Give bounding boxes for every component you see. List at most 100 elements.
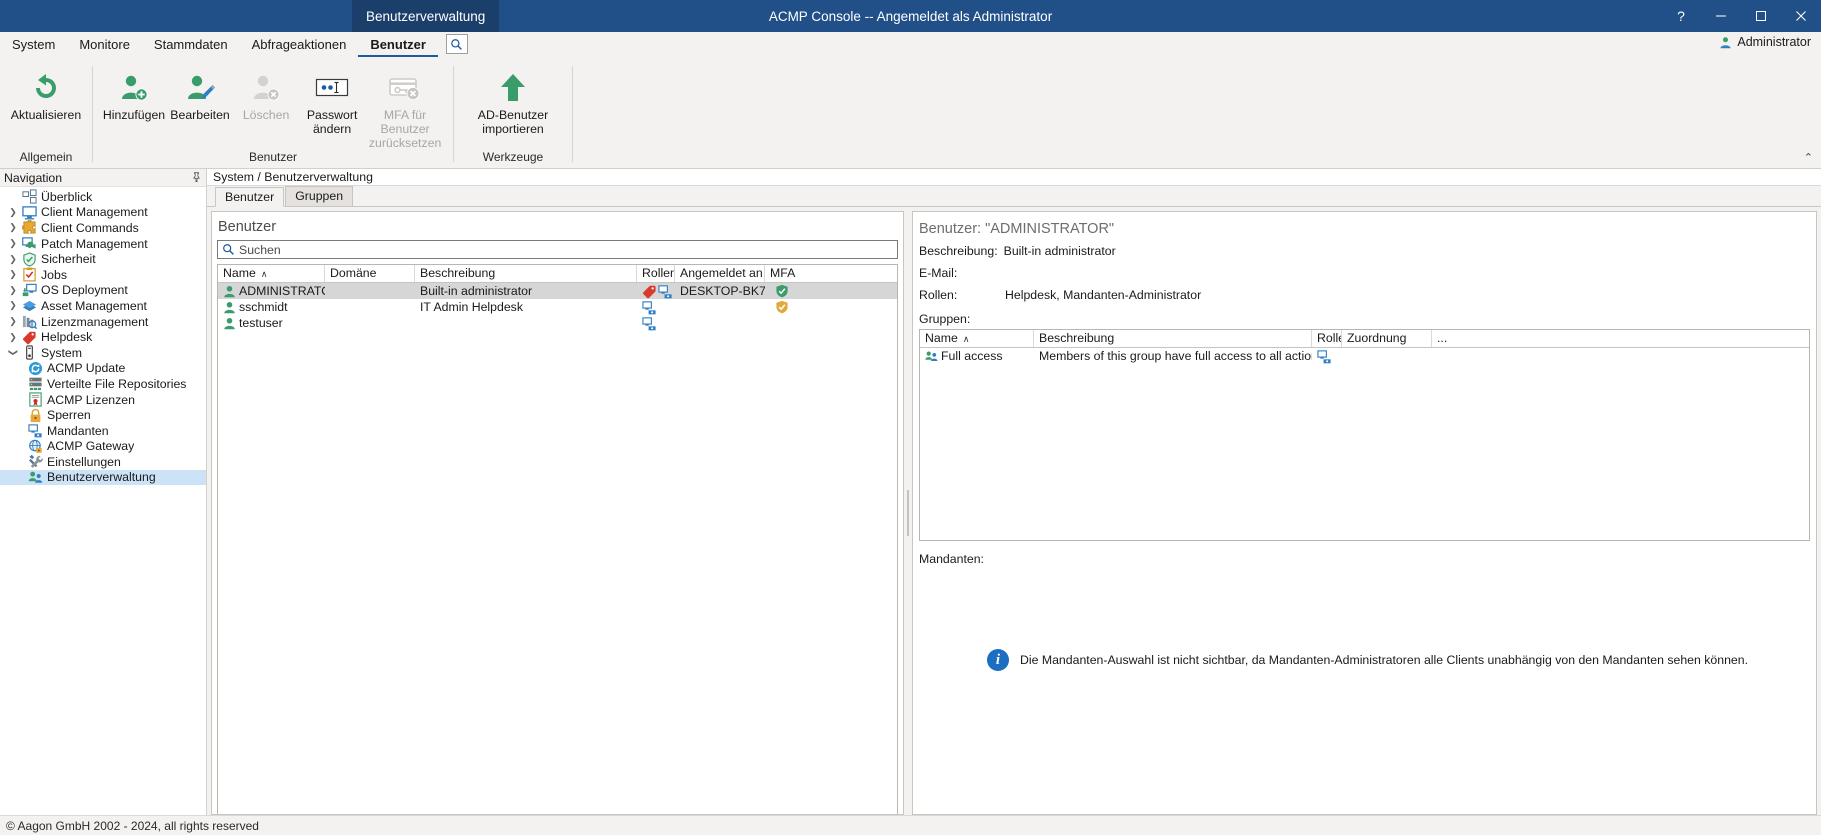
- help-button[interactable]: ?: [1661, 0, 1701, 32]
- breadcrumb: System / Benutzerverwaltung: [207, 169, 1821, 186]
- reset-mfa-button[interactable]: MFA für Benutzer zurücksetzen: [365, 64, 445, 150]
- user-name-label: sschmidt: [239, 300, 288, 314]
- user-description-cell: IT Admin Helpdesk: [420, 300, 523, 314]
- chevron-right-icon[interactable]: ❯: [6, 207, 20, 218]
- sidebar-item-verteilte-file-repositories[interactable]: Verteilte File Repositories: [0, 376, 206, 392]
- menu-item-benutzer[interactable]: Benutzer: [358, 32, 438, 57]
- sidebar-item-client-management[interactable]: ❯ Client Management: [0, 205, 206, 221]
- sidebar-item-helpdesk[interactable]: ❯ Helpdesk: [0, 329, 206, 345]
- pane-splitter[interactable]: [904, 211, 912, 815]
- sidebar-item-patch-management[interactable]: ❯ Patch Management: [0, 236, 206, 252]
- table-row[interactable]: testuser: [218, 315, 897, 331]
- users-column-header[interactable]: MFA: [765, 265, 845, 282]
- menu-search-button[interactable]: [445, 34, 468, 54]
- menu-bar: System Monitore Stammdaten Abfrageaktion…: [0, 32, 1821, 58]
- menu-item-system[interactable]: System: [0, 32, 67, 57]
- edit-user-button[interactable]: Bearbeiten: [167, 64, 233, 136]
- change-password-button-label: Passwort ändern: [306, 108, 358, 136]
- user-name-cell: testuser: [218, 316, 325, 330]
- content-tabstrip: Benutzer Gruppen: [207, 186, 1821, 207]
- maximize-button[interactable]: [1741, 0, 1781, 32]
- groups-column-header[interactable]: Rollen: [1312, 330, 1342, 347]
- status-bar: © Aagon GmbH 2002 - 2024, all rights res…: [0, 815, 1821, 835]
- tab-gruppen[interactable]: Gruppen: [285, 186, 354, 206]
- users-column-header[interactable]: Angemeldet an: [675, 265, 765, 282]
- table-row[interactable]: Full access Members of this group have fu…: [920, 348, 1809, 364]
- update-icon: [26, 361, 44, 376]
- application-window: Benutzerverwaltung ACMP Console -- Angem…: [0, 0, 1821, 835]
- menu-item-abfrageaktionen[interactable]: Abfrageaktionen: [240, 32, 359, 57]
- sidebar-item-client-commands[interactable]: ❯ Client Commands: [0, 220, 206, 236]
- close-button[interactable]: [1781, 0, 1821, 32]
- search-icon: [223, 244, 234, 255]
- reset-mfa-button-label: MFA für Benutzer zurücksetzen: [368, 108, 442, 150]
- chevron-right-icon[interactable]: ❯: [6, 285, 20, 296]
- info-message-text: Die Mandanten-Auswahl ist nicht sichtbar…: [1019, 653, 1749, 667]
- table-row[interactable]: sschmidt IT Admin Helpdesk: [218, 299, 897, 315]
- document-tab-label: Benutzerverwaltung: [366, 8, 486, 24]
- sidebar-item-einstellungen[interactable]: Einstellungen: [0, 454, 206, 470]
- sidebar-item-mandanten[interactable]: Mandanten: [0, 423, 206, 439]
- overview-icon: [20, 189, 38, 204]
- chevron-right-icon[interactable]: ❯: [6, 300, 20, 311]
- sidebar-item-sicherheit[interactable]: ❯ Sicherheit: [0, 251, 206, 267]
- user-name-cell: sschmidt: [218, 300, 325, 314]
- sidebar-item-os-deployment[interactable]: ❯ OS Deployment: [0, 283, 206, 299]
- users-column-header[interactable]: Rollen: [637, 265, 675, 282]
- sidebar-item-sperren[interactable]: Sperren: [0, 407, 206, 423]
- table-row[interactable]: ADMINISTRATOR Built-in administrator DESKT…: [218, 283, 897, 299]
- chevron-right-icon[interactable]: ❯: [6, 269, 20, 280]
- search-input[interactable]: [235, 241, 893, 258]
- groups-grid: Name ∧ Beschreibung Rollen Zuordnung... Full…: [919, 329, 1810, 541]
- groups-column-header[interactable]: Zuordnung: [1342, 330, 1432, 347]
- sidebar-item-benutzerverwaltung[interactable]: Benutzerverwaltung: [0, 469, 206, 486]
- users-column-header[interactable]: Name ∧: [218, 265, 325, 282]
- import-ad-users-button[interactable]: AD-Benutzer importieren: [462, 64, 564, 136]
- groups-section-label: Gruppen:: [919, 312, 971, 326]
- menu-item-stammdaten[interactable]: Stammdaten: [142, 32, 240, 57]
- minimize-button[interactable]: [1701, 0, 1741, 32]
- sidebar-item-lizenzmanagement[interactable]: ❯ Lizenzmanagement: [0, 314, 206, 330]
- groups-column-header[interactable]: Beschreibung: [1034, 330, 1312, 347]
- ribbon-group-label-allgemein: Allgemein: [19, 150, 73, 164]
- add-user-button[interactable]: Hinzufügen: [101, 64, 167, 136]
- chevron-right-icon[interactable]: ❯: [6, 238, 20, 249]
- chevron-right-icon[interactable]: ❯: [6, 332, 20, 343]
- body-area: Navigation ❯Überblick❯Client Management❯…: [0, 169, 1821, 815]
- ribbon-group-label-werkzeuge: Werkzeuge: [482, 150, 544, 164]
- users-column-label: Rollen: [642, 266, 675, 280]
- sidebar-item-system[interactable]: ❯ System: [0, 345, 206, 361]
- info-message: i Die Mandanten-Auswahl ist nicht sichtb…: [986, 649, 1749, 671]
- user-add-icon: [118, 68, 150, 108]
- refresh-button-label: Aktualisieren: [10, 108, 82, 122]
- chevron-right-icon[interactable]: ❯: [6, 254, 20, 265]
- refresh-button[interactable]: Aktualisieren: [8, 64, 84, 136]
- pin-icon[interactable]: [191, 172, 202, 183]
- chevron-right-icon[interactable]: ❯: [6, 222, 20, 233]
- search-box[interactable]: [217, 240, 898, 259]
- tools-icon: [26, 454, 44, 469]
- shield-icon: [20, 252, 38, 267]
- sidebar-item-asset-management[interactable]: ❯ Asset Management: [0, 298, 206, 314]
- sidebar-item-acmp-gateway[interactable]: ACMP Gateway: [0, 439, 206, 455]
- groups-column-header[interactable]: Name ∧: [920, 330, 1034, 347]
- account-chip[interactable]: Administrator: [1719, 35, 1811, 49]
- users-column-header[interactable]: Domäne: [325, 265, 415, 282]
- ribbon-collapse-button[interactable]: ⌃: [1804, 151, 1813, 164]
- sidebar-item-acmp-update[interactable]: ACMP Update: [0, 361, 206, 377]
- menu-item-monitore[interactable]: Monitore: [67, 32, 142, 57]
- sidebar-item-label: Jobs: [41, 267, 67, 282]
- change-password-button[interactable]: Passwort ändern: [299, 64, 365, 136]
- group-roles-cell: [1312, 349, 1342, 364]
- users-column-header[interactable]: Beschreibung: [415, 265, 637, 282]
- sidebar-item-berblick[interactable]: ❯Überblick: [0, 189, 206, 205]
- sidebar-item-acmp-lizenzen[interactable]: ACMP Lizenzen: [0, 392, 206, 408]
- user-roles-cell: [637, 316, 675, 331]
- sidebar-item-jobs[interactable]: ❯ Jobs: [0, 267, 206, 283]
- delete-user-button[interactable]: Löschen: [233, 64, 299, 136]
- chevron-down-icon[interactable]: ❯: [8, 346, 19, 360]
- groups-column-header[interactable]: ...: [1432, 330, 1460, 347]
- document-tab[interactable]: Benutzerverwaltung: [352, 0, 500, 32]
- chevron-right-icon[interactable]: ❯: [6, 316, 20, 327]
- tab-benutzer[interactable]: Benutzer: [215, 187, 285, 207]
